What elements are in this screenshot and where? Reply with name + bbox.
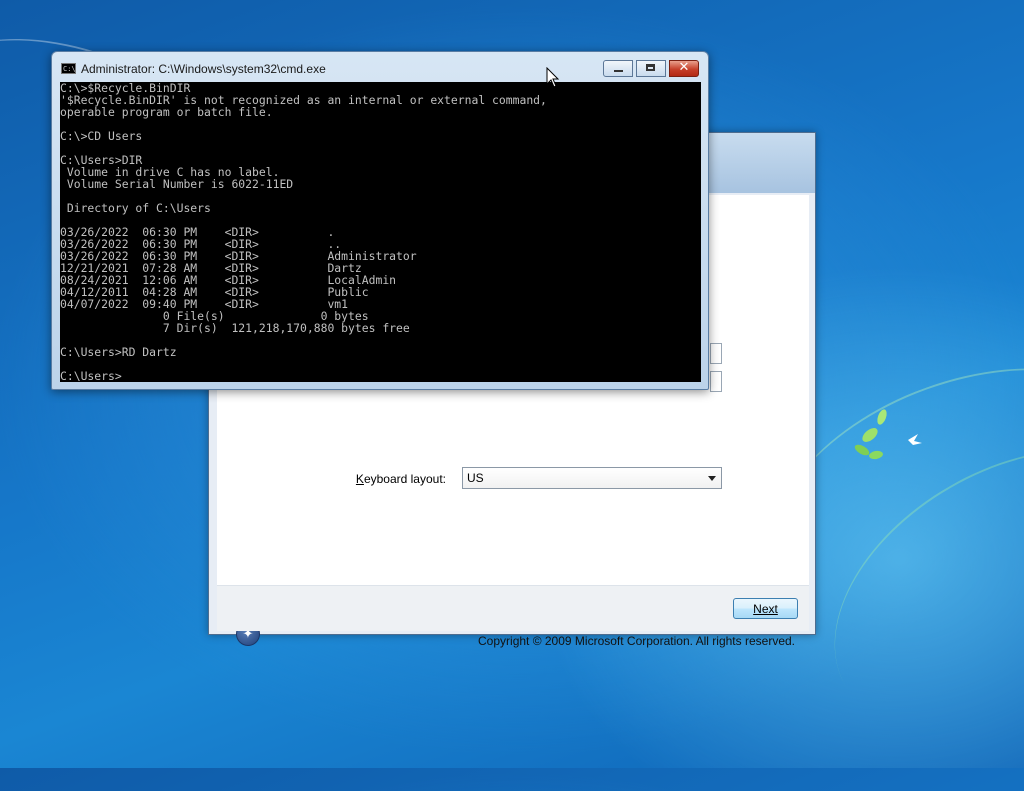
setup-field-edge[interactable] bbox=[710, 343, 722, 364]
setup-field-edge[interactable] bbox=[710, 371, 722, 392]
mouse-pointer-icon bbox=[546, 67, 560, 88]
maximize-button[interactable] bbox=[636, 60, 666, 77]
chevron-down-icon bbox=[708, 476, 716, 481]
keyboard-layout-value: US bbox=[467, 471, 484, 485]
console-output[interactable]: C:\>$Recycle.BinDIR '$Recycle.BinDIR' is… bbox=[60, 82, 701, 382]
keyboard-layout-label: Keyboard layout: bbox=[355, 472, 446, 486]
copyright-text: Copyright © 2009 Microsoft Corporation. … bbox=[478, 634, 795, 648]
close-button[interactable]: ✕ bbox=[669, 60, 699, 77]
command-prompt-window: C:\ Administrator: C:\Windows\system32\c… bbox=[51, 51, 709, 390]
close-icon: ✕ bbox=[678, 60, 690, 75]
wallpaper-leaves bbox=[854, 409, 922, 460]
console-text: C:\>$Recycle.BinDIR '$Recycle.BinDIR' is… bbox=[60, 82, 547, 382]
maximize-icon bbox=[646, 64, 655, 71]
keyboard-layout-select[interactable]: US bbox=[462, 467, 722, 489]
setup-footer bbox=[217, 585, 809, 631]
minimize-icon bbox=[614, 70, 623, 72]
window-title: Administrator: C:\Windows\system32\cmd.e… bbox=[81, 62, 326, 76]
command-prompt-icon[interactable]: C:\ bbox=[61, 63, 76, 74]
next-button[interactable]: Next bbox=[733, 598, 798, 619]
minimize-button[interactable] bbox=[603, 60, 633, 77]
